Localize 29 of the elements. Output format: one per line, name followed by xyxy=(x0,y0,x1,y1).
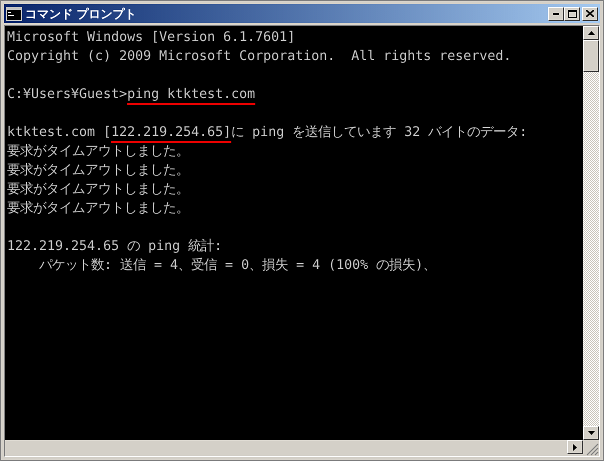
minimize-icon xyxy=(553,12,559,14)
scroll-up-button[interactable] xyxy=(583,26,599,40)
maximize-button[interactable] xyxy=(564,6,580,20)
underlined-output-text: ping ktktest.com xyxy=(127,86,256,104)
console-icon xyxy=(6,6,22,20)
output-text: 要求がタイムアウトしました。 xyxy=(7,143,189,161)
close-button[interactable] xyxy=(582,6,598,20)
output-text: 要求がタイムアウトしました。 xyxy=(7,181,189,199)
output-text: C:¥Users¥Guest> xyxy=(7,86,128,104)
output-text: 要求がタイムアウトしました。 xyxy=(7,162,189,180)
close-icon xyxy=(586,10,594,17)
output-text: に ping を送信しています 32 バイトのデータ: xyxy=(231,124,528,142)
right-arrow-icon xyxy=(573,444,577,450)
output-text: Copyright (c) 2009 Microsoft Corporation. All rights reserved. xyxy=(7,48,512,66)
output-text: Microsoft Windows [Version 6.1.7601] xyxy=(7,29,296,47)
window-title: コマンド プロンプト xyxy=(25,8,136,20)
maximize-icon xyxy=(568,10,576,18)
output-text: ktktest.com [ xyxy=(7,124,112,142)
scroll-right-button[interactable] xyxy=(567,440,583,454)
down-arrow-icon xyxy=(588,431,594,435)
up-arrow-icon xyxy=(588,31,594,35)
scroll-down-button[interactable] xyxy=(583,426,599,440)
output-text: 122.219.254.65 の ping 統計: xyxy=(7,238,222,256)
scrollbar-thumb[interactable] xyxy=(583,40,599,72)
vertical-scrollbar[interactable] xyxy=(583,26,599,440)
underlined-output-text: 122.219.254.65] xyxy=(111,124,232,142)
output-text: パケット数: 送信 = 4、受信 = 0、損失 = 4 (100% の損失)、 xyxy=(38,256,436,275)
minimize-button[interactable] xyxy=(548,6,564,20)
output-text: 要求がタイムアウトしました。 xyxy=(7,200,189,218)
